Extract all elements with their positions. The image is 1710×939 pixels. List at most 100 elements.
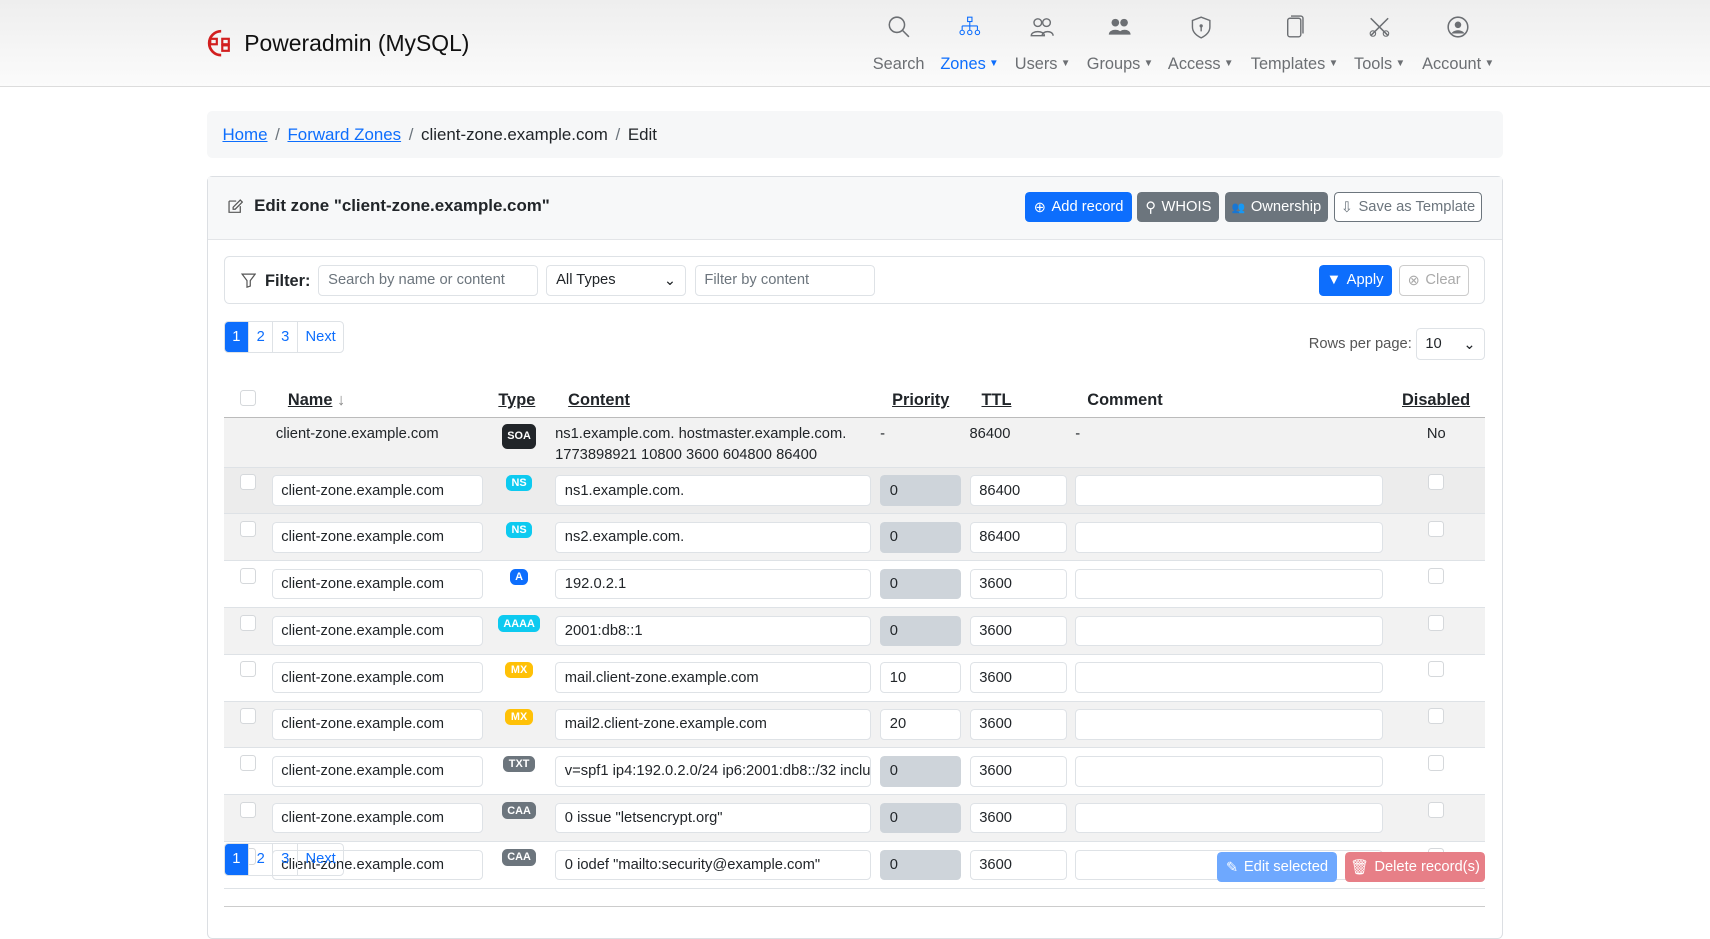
disabled-checkbox[interactable]	[1428, 661, 1445, 678]
page-3[interactable]: 3	[272, 844, 296, 875]
ttl-input[interactable]: 3600	[969, 615, 1067, 647]
row-checkbox[interactable]	[239, 801, 257, 818]
comment-input[interactable]	[1075, 475, 1383, 506]
disabled-checkbox[interactable]	[1428, 474, 1445, 491]
whois-button[interactable]: ⚲ WHOIS	[1137, 191, 1220, 223]
content-input[interactable]: v=spf1 ip4:192.0.2.0/24 ip6:2001:db8::/3…	[555, 755, 872, 787]
sort-name[interactable]: Name	[288, 391, 333, 409]
comment-input[interactable]	[1075, 522, 1383, 553]
comment-input[interactable]	[1075, 615, 1383, 647]
row-checkbox[interactable]	[239, 708, 257, 725]
ttl-input[interactable]: 3600	[969, 568, 1067, 600]
add-record-button[interactable]: ⊕ Add record	[1025, 191, 1133, 223]
page-2[interactable]: 2	[248, 321, 272, 353]
caret-down-icon: ▼	[1328, 58, 1339, 70]
disabled-checkbox[interactable]	[1428, 708, 1445, 725]
row-checkbox[interactable]	[239, 614, 257, 631]
ttl-input[interactable]: 3600	[969, 802, 1067, 834]
breadcrumb-home[interactable]: Home	[222, 125, 267, 145]
sort-disabled[interactable]: Disabled	[1402, 391, 1470, 409]
brand[interactable]: Poweradmin (MySQL)	[207, 29, 469, 57]
name-input[interactable]: client-zone.example.com	[271, 755, 484, 787]
search-input[interactable]: Search by name or content	[318, 265, 538, 296]
row-checkbox[interactable]	[239, 474, 257, 491]
name-input[interactable]: client-zone.example.com	[271, 802, 484, 834]
whois-label: WHOIS	[1161, 199, 1212, 216]
name-input[interactable]: client-zone.example.com	[271, 615, 484, 647]
name-input[interactable]: client-zone.example.com	[271, 568, 484, 600]
sitemap-icon	[959, 16, 980, 36]
disabled-checkbox[interactable]	[1428, 754, 1445, 772]
disabled-checkbox[interactable]	[1428, 801, 1445, 818]
ttl-input[interactable]: 3600	[969, 849, 1067, 881]
disabled-checkbox[interactable]	[1428, 567, 1445, 584]
page-next[interactable]: Next	[296, 321, 344, 353]
sort-content[interactable]: Content	[568, 391, 630, 409]
row-checkbox[interactable]	[239, 661, 257, 678]
priority-input[interactable]: 20	[880, 709, 961, 740]
ttl-input[interactable]: 86400	[969, 475, 1067, 506]
content-input[interactable]: 2001:db8::1	[555, 615, 872, 647]
page-3[interactable]: 3	[272, 321, 296, 353]
page-1[interactable]: 1	[224, 321, 248, 353]
row-checkbox[interactable]	[239, 754, 257, 772]
record-row: client-zone.example.com TXT v=spf1 ip4:192…	[223, 747, 1486, 796]
name-input[interactable]: client-zone.example.com	[271, 522, 484, 553]
ttl-input[interactable]: 3600	[969, 709, 1067, 740]
breadcrumb-forward-zones[interactable]: Forward Zones	[287, 125, 401, 145]
name-input[interactable]: client-zone.example.com	[271, 709, 484, 740]
sort-ttl[interactable]: TTL	[981, 391, 1011, 409]
page-2[interactable]: 2	[248, 844, 272, 875]
nav-users[interactable]: Users ▼	[1015, 15, 1070, 73]
apply-button[interactable]: ▼ Apply	[1318, 265, 1392, 296]
page-next[interactable]: Next	[296, 844, 344, 875]
content-input[interactable]: 0 iodef "mailto:security@example.com"	[555, 849, 872, 881]
row-checkbox[interactable]	[239, 520, 257, 538]
sort-type[interactable]: Type	[498, 391, 535, 409]
nav-search[interactable]: Search	[873, 15, 925, 73]
content-filter-input[interactable]: Filter by content	[694, 265, 875, 296]
add-record-label: Add record	[1051, 199, 1124, 216]
disabled-checkbox[interactable]	[1428, 614, 1445, 631]
content-input[interactable]: mail2.client-zone.example.com	[555, 709, 872, 740]
ttl-input[interactable]: 3600	[969, 755, 1067, 787]
comment-input[interactable]	[1075, 709, 1383, 740]
save-as-template-button[interactable]: ⇩ Save as Template	[1333, 191, 1483, 223]
comment-input[interactable]	[1075, 802, 1383, 834]
comment-input[interactable]	[1075, 568, 1383, 600]
name-input[interactable]: client-zone.example.com	[271, 662, 484, 693]
record-row: client-zone.example.com MX mail.client-zon…	[223, 654, 1486, 702]
ttl-input[interactable]: 86400	[969, 522, 1067, 553]
page-1[interactable]: 1	[224, 844, 248, 875]
nav-zones[interactable]: Zones ▼	[940, 15, 999, 73]
nav-access[interactable]: Access ▼	[1168, 15, 1234, 73]
comment-input[interactable]	[1075, 662, 1383, 693]
priority-input[interactable]: 10	[880, 662, 961, 693]
content-input[interactable]: 0 issue "letsencrypt.org"	[555, 802, 872, 834]
select-all-checkbox[interactable]	[239, 389, 257, 406]
row-checkbox[interactable]	[239, 567, 257, 584]
nav-tools[interactable]: Tools ▼	[1354, 15, 1405, 73]
nav-templates[interactable]: Templates ▼	[1251, 15, 1338, 73]
type-select[interactable]: All Types ⌄	[546, 265, 686, 296]
ttl-input[interactable]: 3600	[969, 662, 1067, 693]
delete-records-button[interactable]: 🗑 Delete record(s)	[1344, 851, 1486, 883]
nav-account[interactable]: Account ▼	[1422, 15, 1494, 73]
name-input[interactable]: client-zone.example.com	[271, 475, 484, 506]
comment-input[interactable]	[1075, 755, 1383, 787]
ownership-button[interactable]: 👥 Ownership	[1224, 191, 1329, 223]
content-input[interactable]: ns2.example.com.	[555, 522, 872, 553]
app-title: Poweradmin (MySQL)	[244, 30, 470, 57]
sort-priority[interactable]: Priority	[892, 391, 949, 409]
edit-selected-button[interactable]: ✎ Edit selected	[1217, 851, 1338, 883]
rows-per-page-select[interactable]: 10 ⌄	[1415, 328, 1486, 360]
record-row: client-zone.example.com NS ns2.example.com…	[223, 513, 1486, 562]
content-input[interactable]: ns1.example.com.	[555, 475, 872, 506]
clear-button[interactable]: ⊗ Clear	[1399, 265, 1470, 296]
edit-icon	[228, 199, 244, 214]
disabled-checkbox[interactable]	[1428, 520, 1445, 538]
tools-icon	[1369, 17, 1390, 38]
content-input[interactable]: 192.0.2.1	[555, 568, 872, 600]
nav-groups[interactable]: Groups ▼	[1087, 15, 1153, 73]
content-input[interactable]: mail.client-zone.example.com	[555, 662, 872, 693]
